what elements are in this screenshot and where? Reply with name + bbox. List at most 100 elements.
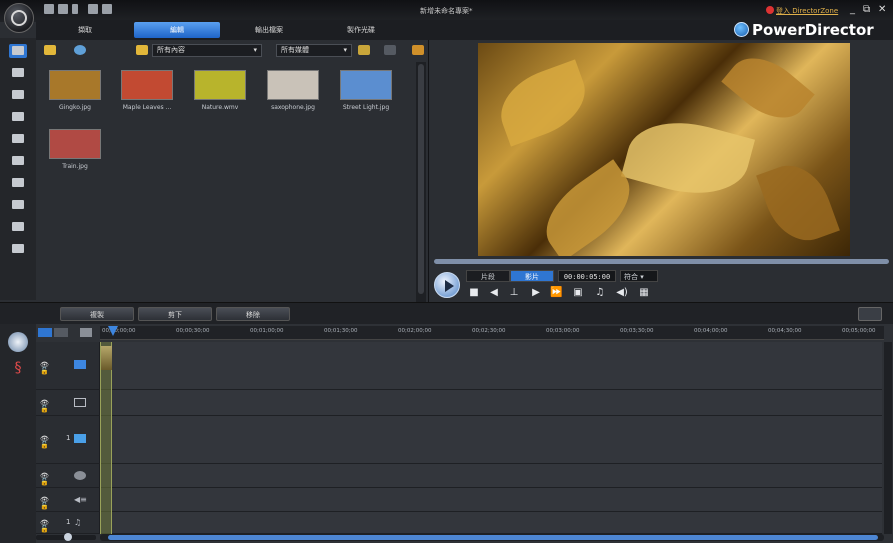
audio-mixing-button[interactable]: [9, 176, 27, 190]
ruler-tick: 00;02;00;00: [398, 328, 432, 334]
timecode-display[interactable]: 00:00:05:00: [558, 270, 616, 282]
view-toggle-icon[interactable]: [358, 45, 370, 55]
video-track-1[interactable]: 👁🔓: [36, 342, 882, 390]
transition-room-button[interactable]: [9, 154, 27, 168]
fit-timeline-button[interactable]: [858, 307, 882, 321]
media-item-street-light[interactable]: Street Light.jpg: [333, 70, 399, 126]
redo-icon[interactable]: [72, 4, 78, 14]
tab-edit[interactable]: 編輯: [134, 22, 220, 38]
particle-room-button[interactable]: [9, 110, 27, 124]
restore-button[interactable]: ⧉: [863, 4, 870, 15]
preview-seek-bar[interactable]: [434, 259, 889, 264]
eye-lock-icon[interactable]: 👁🔓: [40, 362, 54, 375]
media-room-icon: [12, 46, 24, 55]
track-lane[interactable]: [100, 512, 882, 533]
content-filter-dropdown[interactable]: 所有內容 ▾: [152, 44, 262, 57]
next-frame-icon[interactable]: ▶: [530, 287, 542, 299]
pip-room-button[interactable]: [9, 88, 27, 102]
timeline-horizontal-scrollbar[interactable]: [100, 534, 884, 541]
audio-tool-icon[interactable]: §: [8, 360, 28, 380]
download-globe-icon[interactable]: [74, 45, 86, 55]
import-folder-icon[interactable]: [44, 45, 56, 55]
open-project-icon[interactable]: [102, 4, 112, 14]
copy-button[interactable]: 複製: [60, 307, 134, 321]
title-room-icon: [12, 134, 24, 143]
eye-lock-icon[interactable]: 👁🔓: [40, 436, 54, 449]
timeline-ruler[interactable]: 00;00;00;00 00;00;30;00 00;01;00;00 00;0…: [100, 326, 884, 340]
undo-icon[interactable]: [58, 4, 68, 14]
new-project-icon[interactable]: [88, 4, 98, 14]
save-icon[interactable]: [44, 4, 54, 14]
media-item-saxophone[interactable]: saxophone.jpg: [260, 70, 326, 126]
close-button[interactable]: ✕: [878, 4, 886, 15]
voice-track[interactable]: 👁🔓 ◀≡: [36, 488, 882, 512]
title-track[interactable]: 👁🔓: [36, 464, 882, 488]
eye-lock-icon[interactable]: 👁🔓: [40, 520, 54, 533]
snapshot-icon[interactable]: ▣: [572, 287, 584, 299]
media-item-label: Gingko.jpg: [59, 104, 91, 111]
preview-panel: 片段 影片 00:00:05:00 符合 ▾ ■ ◀ ⊥ ▶ ⏩ ▣ ♫ ◀) …: [430, 40, 893, 302]
timeline-zoom-slider[interactable]: [36, 533, 96, 541]
app-menu-button[interactable]: [4, 3, 34, 33]
eye-lock-icon[interactable]: 👁🔓: [40, 473, 54, 486]
remove-button[interactable]: 移除: [216, 307, 290, 321]
media-item-nature[interactable]: Nature.wmv: [187, 70, 253, 126]
track-lane[interactable]: [100, 488, 882, 511]
track-lane[interactable]: [100, 464, 882, 487]
timeline-clip-gingko[interactable]: [101, 346, 112, 370]
pip-track-1[interactable]: 👁🔓 1: [36, 416, 882, 464]
movie-mode-button[interactable]: 影片: [510, 270, 554, 282]
track-lane[interactable]: [100, 342, 882, 389]
voiceover-button[interactable]: [9, 198, 27, 212]
preview-image-detail: [721, 43, 815, 133]
eye-lock-icon[interactable]: 👁🔓: [40, 400, 54, 413]
media-item-train[interactable]: Train.jpg: [42, 129, 108, 185]
ruler-tick: 00;02;30;00: [472, 328, 506, 334]
library-menu-icon[interactable]: [412, 45, 424, 55]
timeline-view-button[interactable]: [38, 328, 52, 337]
preview-quality-icon[interactable]: ♫: [594, 287, 606, 299]
split-icon[interactable]: ⊥: [508, 287, 520, 299]
eye-lock-icon[interactable]: 👁🔓: [40, 497, 54, 510]
track-lane[interactable]: [100, 390, 882, 415]
timeline-vertical-scrollbar[interactable]: [884, 342, 892, 534]
previous-frame-icon[interactable]: ◀: [488, 287, 500, 299]
library-scrollbar[interactable]: [416, 62, 426, 302]
track-lane[interactable]: [100, 416, 882, 463]
scrollbar-thumb[interactable]: [418, 64, 424, 294]
tab-create-disc[interactable]: 製作光碟: [318, 22, 404, 38]
play-button[interactable]: [434, 272, 460, 298]
music-track[interactable]: 👁🔓 1 ♫: [36, 512, 882, 534]
chapter-room-button[interactable]: [9, 220, 27, 234]
zoom-fit-dropdown[interactable]: 符合 ▾: [620, 270, 658, 282]
effect-track[interactable]: 👁🔓: [36, 390, 882, 416]
clip-mode-button[interactable]: 片段: [466, 270, 510, 282]
media-room-button[interactable]: [9, 44, 27, 58]
display-options-icon[interactable]: ▦: [638, 287, 650, 299]
media-item-gingko[interactable]: Gingko.jpg: [42, 70, 108, 126]
effect-room-button[interactable]: [9, 66, 27, 80]
media-item-maple-leaves[interactable]: Maple Leaves ...: [114, 70, 180, 126]
scrollbar-thumb[interactable]: [108, 535, 878, 540]
cut-button[interactable]: 剪下: [138, 307, 212, 321]
storyboard-view-button[interactable]: [54, 328, 68, 337]
stop-icon[interactable]: ■: [468, 287, 480, 299]
track-manager-icon[interactable]: [80, 328, 92, 337]
media-library: 所有內容 ▾ 所有媒體 ▾ Gingko.jpg Maple Leaves ... …: [36, 40, 429, 302]
signin-link[interactable]: 登入 DirectorZone: [776, 6, 838, 16]
thumbnail-image: [49, 129, 101, 159]
media-filter-dropdown[interactable]: 所有媒體 ▾: [276, 44, 352, 57]
subtitle-room-button[interactable]: [9, 242, 27, 256]
tab-capture[interactable]: 擷取: [42, 22, 128, 38]
tab-produce[interactable]: 輸出檔案: [226, 22, 312, 38]
track-header: 👁🔓: [36, 342, 100, 389]
minimize-button[interactable]: _: [850, 4, 855, 15]
zoom-slider-handle[interactable]: [64, 533, 72, 541]
volume-icon[interactable]: ◀): [616, 287, 628, 299]
storyboard-icon[interactable]: [384, 45, 396, 55]
preview-image-detail: [756, 155, 840, 251]
fast-forward-icon[interactable]: ⏩: [550, 287, 562, 299]
track-number: 1: [66, 518, 71, 526]
title-room-button[interactable]: [9, 132, 27, 146]
magic-tools-icon[interactable]: [8, 332, 28, 352]
